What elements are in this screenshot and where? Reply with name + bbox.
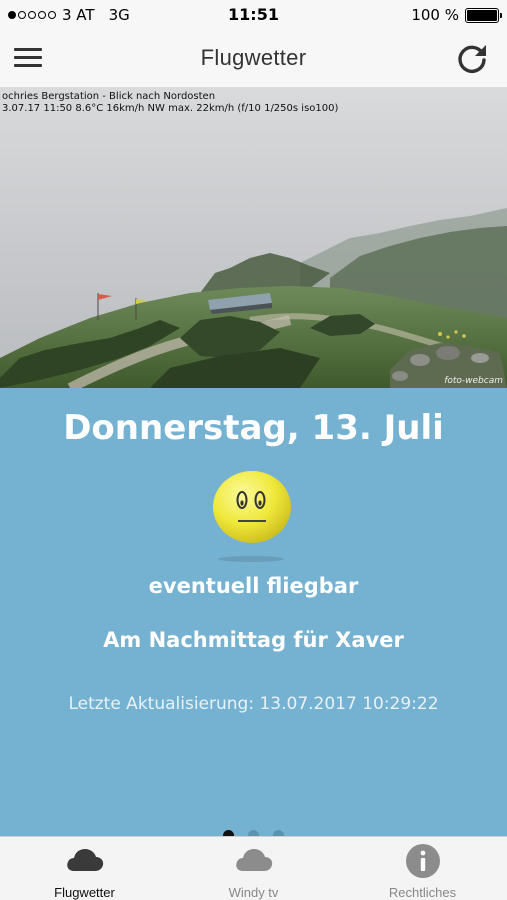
tab-bar: Flugwetter Windy tv Rechtliches <box>0 836 507 900</box>
forecast-note: Am Nachmittag für Xaver <box>103 628 404 652</box>
cloud-icon <box>66 849 103 871</box>
flight-status: eventuell fliegbar <box>148 574 359 598</box>
mountain-landscape-image <box>0 88 507 388</box>
forecast-date: Donnerstag, 13. Juli <box>63 408 444 448</box>
navigation-bar: Flugwetter <box>0 30 507 88</box>
webcam-watermark: foto-webcam <box>444 376 503 386</box>
webcam-image: ochries Bergstation - Blick nach Nordost… <box>0 88 507 388</box>
battery-icon <box>465 7 502 23</box>
info-icon <box>405 844 440 878</box>
tab-label-rechtliches: Rechtliches <box>388 885 457 900</box>
webcam-caption-readings: 3.07.17 11:50 8.6°C 16km/h NW max. 22km/… <box>2 103 339 114</box>
page-title: Flugwetter <box>200 45 307 70</box>
webcam-caption-location: ochries Bergstation - Blick nach Nordost… <box>2 91 216 102</box>
status-right: 100 % <box>411 6 502 24</box>
status-bar: 3 AT 3G 11:51 100 % <box>0 0 507 30</box>
neutral-smiley-icon <box>213 471 291 543</box>
tab-rechtliches[interactable]: Rechtliches <box>338 837 507 900</box>
last-update: Letzte Aktualisierung: 13.07.2017 10:29:… <box>68 694 439 714</box>
forecast-panel[interactable]: Donnerstag, 13. Juli eventuell fliegbar … <box>0 388 507 841</box>
tab-label-flugwetter: Flugwetter <box>54 885 115 900</box>
smiley-shadow <box>218 556 284 562</box>
cloud-icon <box>235 849 272 871</box>
tab-windy-tv[interactable]: Windy tv <box>169 837 338 900</box>
battery-percentage: 100 % <box>411 6 459 24</box>
tab-label-windy-tv: Windy tv <box>228 885 279 900</box>
tab-flugwetter[interactable]: Flugwetter <box>0 837 169 900</box>
refresh-icon[interactable] <box>455 41 489 75</box>
